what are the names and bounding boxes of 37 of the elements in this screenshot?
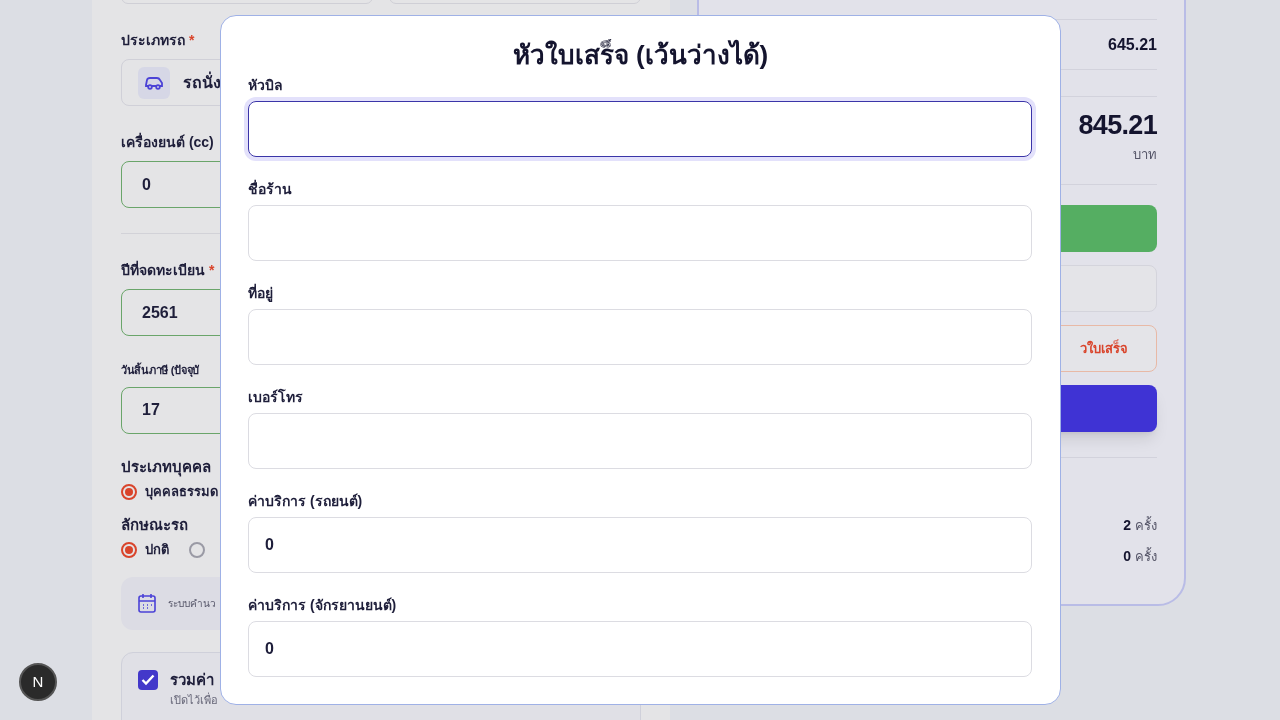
field-label: ลักษณะรถ [121,514,188,535]
vehicle-value: รถนั่ง [183,70,221,93]
field-label: เครื่องยนต์ (cc) [121,132,214,152]
field-label: หัวบิล [248,76,284,95]
field-label: เบอร์โทร [248,387,304,407]
radio-button[interactable] [121,541,137,558]
subtotal-value: 645.21 [1108,34,1157,55]
checkbox[interactable] [138,669,158,690]
field-label: ปีที่จดทะเบียน [121,260,205,280]
field-label: ที่อยู่ [248,283,274,303]
framework-badge[interactable]: N [19,663,57,701]
count-unit: ครั้ง [1135,547,1157,567]
note-text: ระบบคำนว [168,596,216,611]
required-mark: * [189,31,195,50]
radio-button[interactable] [121,483,137,500]
input-field[interactable]: 0 [248,517,1032,573]
field-label: วันสิ้นภาษี (ปัจจุบั [121,362,200,379]
option-description: เปิดไว้เพื่อ [170,692,219,708]
field-label: ประเภทบุคคล [121,456,211,478]
radio-label: บุคคลธรรมด [145,483,218,502]
currency-label: บาท [1133,145,1157,164]
radio-label: ปกติ [145,541,169,559]
option-label: รวมค่า [170,669,214,690]
field-label: ชื่อร้าน [248,179,293,199]
required-mark: * [209,261,215,280]
input-field[interactable]: 0 [248,621,1032,677]
count-value: 2 [1123,516,1131,536]
field-label: ค่าบริการ (จักรยานยนต์) [248,596,398,615]
count-value: 0 [1123,547,1131,567]
radio-button[interactable] [189,541,205,558]
total-amount: 845.21 [1078,109,1157,142]
count-unit: ครั้ง [1135,516,1157,536]
car-icon [138,66,170,99]
calendar-icon [138,593,156,613]
field-label: ค่าบริการ (รถยนต์) [248,492,364,511]
dialog-title: หัวใบเสร็จ (เว้นว่างได้) [511,38,770,72]
field-label: ประเภทรถ [121,31,185,50]
